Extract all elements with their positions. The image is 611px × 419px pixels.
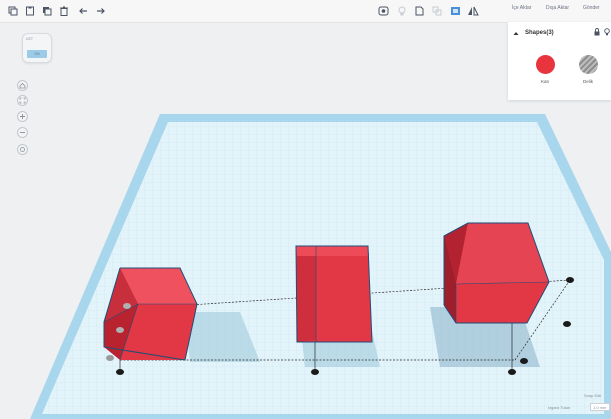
dimension-marker[interactable] [116, 369, 124, 375]
zoom-out-icon[interactable] [17, 127, 28, 138]
delete-icon[interactable] [57, 3, 71, 19]
solid-color-swatch[interactable] [536, 55, 555, 74]
view-cube[interactable]: ÜST ÖN [22, 33, 52, 63]
dimension-marker[interactable] [520, 358, 528, 364]
undo-icon[interactable] [76, 3, 90, 19]
dimension-marker[interactable] [566, 277, 574, 283]
light-bulb-icon[interactable] [604, 28, 610, 36]
hole-swatch[interactable] [579, 55, 598, 74]
dimension-marker[interactable] [311, 369, 319, 375]
toolbar: İçe Aktar Dışa Aktar Gönder [0, 0, 611, 23]
snap-edit-label[interactable]: Snap Edit [584, 393, 601, 398]
collapse-chevron-icon[interactable] [513, 31, 519, 36]
resize-handle[interactable] [123, 303, 131, 309]
solid-label: Katı [540, 79, 549, 84]
snap-grid-label: Izgara Tutun [548, 405, 571, 410]
dimension-marker[interactable] [563, 321, 571, 327]
box-shape-right[interactable] [443, 222, 550, 324]
view-cube-front-label[interactable]: ÖN [27, 50, 47, 58]
zoom-in-icon[interactable] [17, 111, 28, 122]
paste-icon[interactable] [23, 3, 37, 19]
hole-label: Delik [582, 79, 593, 84]
send-button[interactable]: Gönder [583, 5, 600, 11]
export-button[interactable]: Dışa Aktar [546, 5, 569, 11]
duplicate-icon[interactable] [40, 3, 54, 19]
view-cube-top-label: ÜST [26, 37, 33, 41]
box-shape-middle[interactable] [295, 245, 373, 343]
box-shape-left[interactable] [103, 267, 198, 361]
snap-grid-select[interactable]: 1.0 mm [590, 403, 610, 411]
group-icon[interactable] [412, 3, 426, 19]
dimension-marker[interactable] [508, 369, 516, 375]
shape-inspector-panel: Shapes(3) Katı Delik [508, 22, 611, 100]
import-button[interactable]: İçe Aktar [512, 5, 531, 11]
home-view-icon[interactable] [17, 80, 28, 91]
lock-icon[interactable] [594, 28, 600, 36]
resize-handle[interactable] [106, 355, 114, 361]
mirror-icon[interactable] [466, 3, 480, 19]
show-hide-icon[interactable] [376, 3, 390, 19]
panel-title: Shapes(3) [525, 30, 554, 36]
resize-handle[interactable] [116, 327, 124, 333]
light-bulb-icon[interactable] [395, 3, 409, 19]
ungroup-icon[interactable] [430, 3, 444, 19]
align-icon[interactable] [448, 3, 462, 19]
perspective-icon[interactable] [17, 144, 28, 155]
redo-icon[interactable] [94, 3, 108, 19]
copy-icon[interactable] [6, 3, 20, 19]
fit-view-icon[interactable] [17, 95, 28, 106]
